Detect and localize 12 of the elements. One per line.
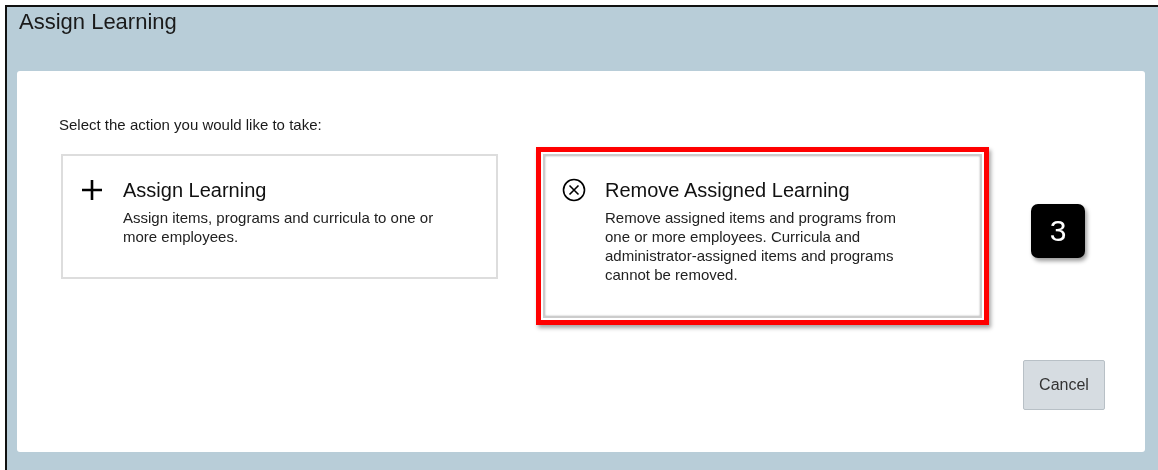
plus-icon — [80, 178, 104, 202]
window-title: Assign Learning — [19, 9, 177, 34]
prompt-text: Select the action you would like to take: — [59, 116, 323, 134]
step-badge: 3 — [1031, 204, 1085, 258]
action-card[interactable]: Assign Learning Assign items, programs and curricula to one or more employees. — [61, 154, 498, 279]
card-title: Assign Learning — [123, 178, 267, 202]
cancel-button[interactable]: Cancel — [1023, 360, 1105, 410]
card-title: Remove Assigned Learning — [605, 178, 850, 202]
action-card[interactable]: Remove Assigned Learning Remove assigned items and programs from one or more employees. Curricula and administrator-assigned items and programs cannot be removed. — [543, 154, 982, 318]
close-circle-icon — [562, 178, 586, 202]
card-description: Assign items, programs and curricula to one or more employees. — [123, 208, 435, 246]
card-description: Remove assigned items and programs from one or more employees. Curricula and administrator-assigned items and programs cannot be removed. — [605, 208, 897, 284]
